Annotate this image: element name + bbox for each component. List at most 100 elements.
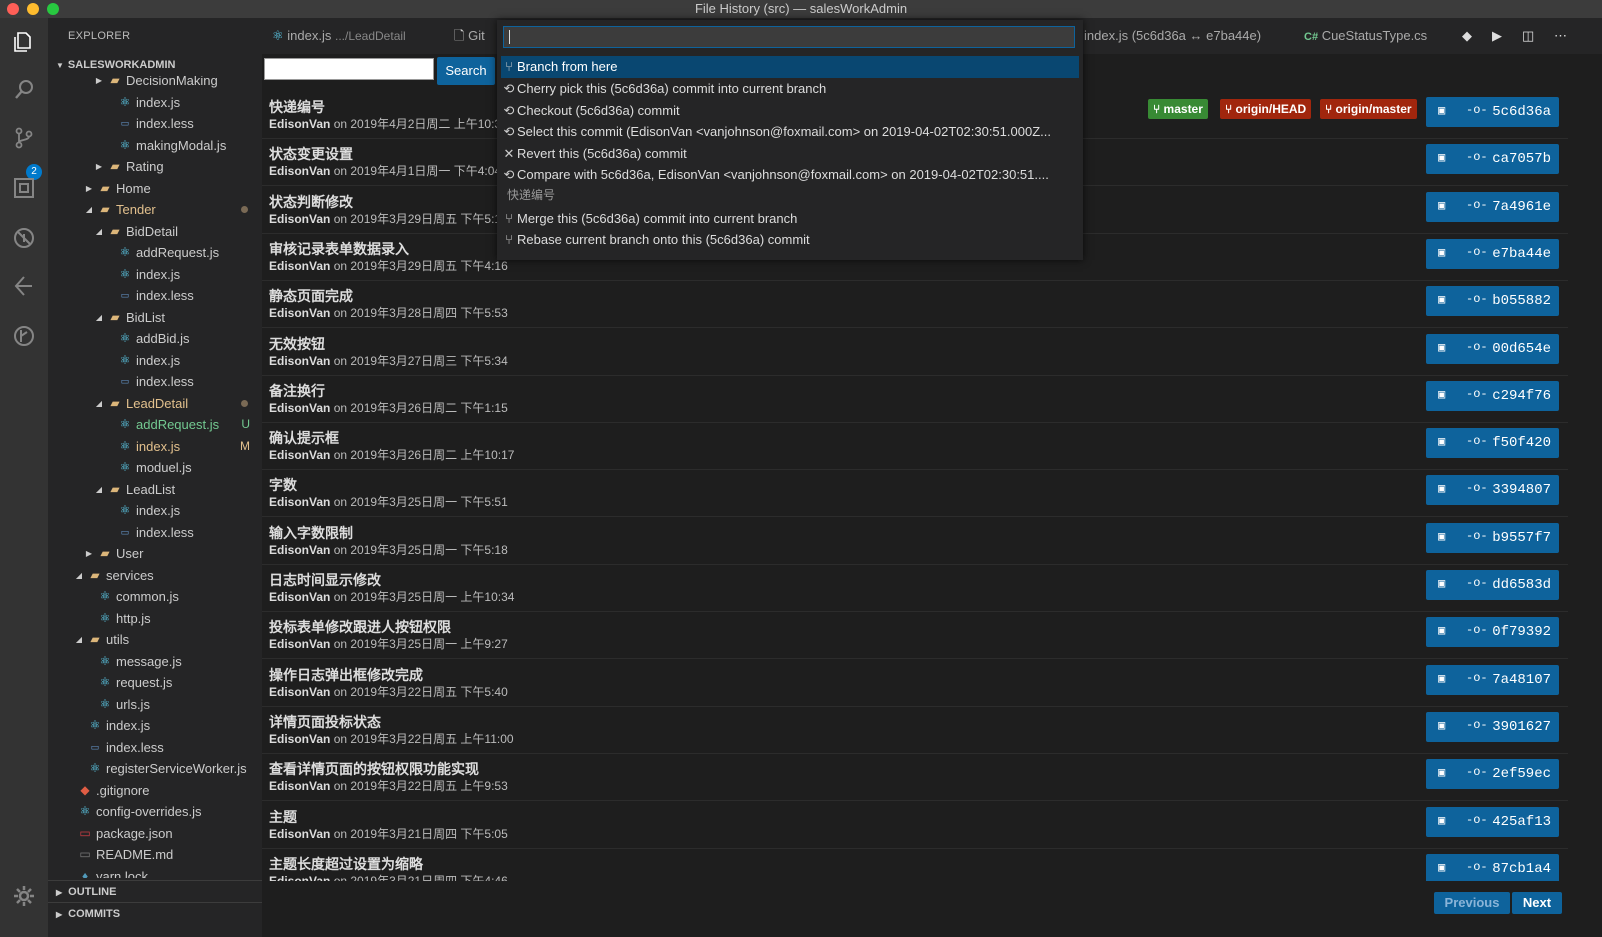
clipboard-icon[interactable]: ▣ — [1438, 813, 1445, 828]
clipboard-icon[interactable]: ▣ — [1438, 292, 1445, 307]
tree-item[interactable]: ⚛ message.js — [48, 651, 262, 672]
commit-author[interactable]: EdisonVan — [269, 259, 330, 273]
commits-section[interactable]: ▶ COMMITS — [48, 902, 262, 924]
palette-item[interactable]: ⟲ Checkout (5c6d36a) commit — [501, 100, 1079, 122]
extensions-icon[interactable] — [10, 176, 38, 204]
commit-author[interactable]: EdisonVan — [269, 543, 330, 557]
tree-item[interactable]: ⚛ config-overrides.js — [48, 801, 262, 822]
tree-item[interactable]: ◢ ▰ utils — [48, 629, 262, 650]
branch-ref-badge[interactable]: ⑂ origin/master — [1320, 99, 1417, 119]
tree-item[interactable]: ▶ ▰ DecisionMaking — [48, 76, 262, 91]
tree-item[interactable]: ◢ ▰ BidDetail — [48, 221, 262, 242]
commit-author[interactable]: EdisonVan — [269, 637, 330, 651]
split-editor-icon[interactable]: ◫ — [1522, 18, 1534, 54]
gitlens-icon[interactable] — [10, 324, 38, 352]
debug-icon[interactable] — [10, 226, 38, 254]
git-history-icon[interactable] — [10, 274, 38, 302]
previous-button[interactable]: Previous — [1434, 892, 1510, 914]
outline-section[interactable]: ▶ OUTLINE — [48, 880, 262, 902]
palette-item[interactable]: ⑂ Merge this (5c6d36a) commit into curren… — [501, 208, 1079, 230]
tab-git[interactable]: 🗋 Git — [454, 18, 485, 54]
commit-row[interactable]: 输入字数限制 EdisonVan on 2019年3月25日周一 下午5:18 ▣ -… — [262, 517, 1568, 565]
tree-item[interactable]: ◢ ▰ BidList — [48, 307, 262, 328]
clipboard-icon[interactable]: ▣ — [1438, 481, 1445, 496]
tree-item[interactable]: ◢ ▰ Tender — [48, 199, 262, 220]
commit-row[interactable]: 字数 EdisonVan on 2019年3月25日周一 下午5:51 ▣ -o- 33… — [262, 469, 1568, 518]
commit-author[interactable]: EdisonVan — [269, 306, 330, 320]
tree-item[interactable]: ▭ README.md — [48, 844, 262, 865]
tree-item[interactable]: ⚛ addRequest.js U — [48, 414, 262, 435]
commit-author[interactable]: EdisonVan — [269, 590, 330, 604]
commit-hash-button[interactable]: ▣ -o- 7a4961e — [1426, 191, 1559, 222]
tree-item[interactable]: ⚛ makingModal.js — [48, 135, 262, 156]
tree-item[interactable]: ⚛ index.js — [48, 350, 262, 371]
commit-hash-button[interactable]: ▣ -o- 5c6d36a — [1426, 97, 1559, 127]
palette-item[interactable]: ✕ Revert this (5c6d36a) commit — [501, 143, 1079, 165]
clipboard-icon[interactable]: ▣ — [1438, 529, 1445, 544]
branch-ref-badge[interactable]: ⑂ master — [1148, 99, 1208, 119]
commit-author[interactable]: EdisonVan — [269, 685, 330, 699]
tree-item[interactable]: ⚛ urls.js — [48, 694, 262, 715]
commit-author[interactable]: EdisonVan — [269, 779, 330, 793]
commit-hash-button[interactable]: ▣ -o-ca7057b — [1426, 144, 1559, 175]
palette-item[interactable]: ⟲ Cherry pick this (5c6d36a) commit into … — [501, 78, 1079, 100]
tree-item[interactable]: ◢ ▰ LeadDetail — [48, 393, 262, 414]
commit-row[interactable]: 查看详情页面的按钮权限功能实现 EdisonVan on 2019年3月22日周五… — [262, 753, 1568, 802]
tree-item[interactable]: ▭ package.json — [48, 823, 262, 844]
commit-hash-button[interactable]: ▣ -o-f50f420 — [1426, 428, 1559, 459]
palette-item[interactable]: ⟲ Select this commit (EdisonVan <vanjohns… — [501, 121, 1079, 143]
commit-author[interactable]: EdisonVan — [269, 874, 330, 881]
tree-item[interactable]: ▶ ▰ Rating — [48, 156, 262, 177]
clipboard-icon[interactable]: ▣ — [1438, 718, 1445, 733]
search-button[interactable]: Search — [437, 57, 495, 85]
tree-item[interactable]: ⚛ addRequest.js — [48, 242, 262, 263]
tree-item[interactable]: ⚛ request.js — [48, 672, 262, 693]
tree-item[interactable]: ⚛ common.js — [48, 586, 262, 607]
tree-item[interactable]: ▭ index.less — [48, 737, 262, 758]
commit-author[interactable]: EdisonVan — [269, 401, 330, 415]
commit-hash-button[interactable]: ▣ -o-dd6583d — [1426, 570, 1559, 600]
close-window-icon[interactable] — [7, 3, 19, 15]
project-header[interactable]: ▼ SALESWORKADMIN — [48, 54, 262, 76]
commit-hash-button[interactable]: ▣ -o-b055882 — [1426, 286, 1559, 317]
clipboard-icon[interactable]: ▣ — [1438, 765, 1445, 780]
tree-item[interactable]: ⚛ index.js — [48, 92, 262, 113]
commit-hash-button[interactable]: ▣ -o- 87cb1a4 — [1426, 853, 1559, 881]
run-icon[interactable]: ▶ — [1492, 18, 1502, 54]
tree-item[interactable]: ▭ index.less — [48, 113, 262, 134]
clipboard-icon[interactable]: ▣ — [1438, 434, 1445, 449]
clipboard-icon[interactable]: ▣ — [1438, 387, 1445, 402]
next-button[interactable]: Next — [1512, 892, 1562, 914]
tree-item[interactable]: ▭ index.less — [48, 522, 262, 543]
tree-item[interactable]: ⚛ moduel.js — [48, 457, 262, 478]
tree-item[interactable]: ⚛ registerServiceWorker.js — [48, 758, 262, 779]
zoom-window-icon[interactable] — [47, 3, 59, 15]
commit-hash-button[interactable]: ▣ -o-c294f76 — [1426, 380, 1559, 411]
explorer-icon[interactable] — [10, 30, 38, 58]
commit-hash-button[interactable]: ▣ -o- 0f79392 — [1426, 617, 1559, 648]
clipboard-icon[interactable]: ▣ — [1438, 860, 1445, 875]
commit-row[interactable]: 备注换行 EdisonVan on 2019年3月26日周二 下午1:15 ▣ -o-… — [262, 375, 1568, 423]
palette-item[interactable]: ⟲ Compare with 5c6d36a, EdisonVan <vanjoh… — [501, 164, 1079, 186]
tab-index-js-compare[interactable]: index.js (5c6d36a ↔ e7ba44e) — [1084, 18, 1261, 54]
commit-hash-button[interactable]: ▣ -o- 425af13 — [1426, 806, 1559, 837]
clipboard-icon[interactable]: ▣ — [1438, 671, 1445, 686]
commit-row[interactable]: 确认提示框 EdisonVan on 2019年3月26日周二 上午10:17 ▣ -… — [262, 422, 1568, 471]
commit-hash-button[interactable]: ▣ -o- 7a48107 — [1426, 664, 1559, 695]
clipboard-icon[interactable]: ▣ — [1438, 198, 1445, 213]
commit-hash-button[interactable]: ▣ -o- 3394807 — [1426, 475, 1559, 506]
branch-ref-badge[interactable]: ⑂ origin/HEAD — [1220, 99, 1312, 119]
tree-item[interactable]: ◢ ▰ services — [48, 565, 262, 586]
commit-author[interactable]: EdisonVan — [269, 164, 330, 178]
palette-input[interactable] — [503, 26, 1075, 48]
clipboard-icon[interactable]: ▣ — [1438, 103, 1445, 118]
tree-item[interactable]: ▶ ▰ Home — [48, 178, 262, 199]
commit-hash-button[interactable]: ▣ -o-b9557f7 — [1426, 522, 1559, 553]
tree-item[interactable]: ◆ .gitignore — [48, 780, 262, 801]
commit-row[interactable]: 投标表单修改跟进人按钮权限 EdisonVan on 2019年3月25日周一 上… — [262, 611, 1568, 660]
tree-item[interactable]: ⚛ addBid.js — [48, 328, 262, 349]
tree-item[interactable]: ♦ yarn.lock — [48, 866, 262, 879]
clipboard-icon[interactable]: ▣ — [1438, 340, 1445, 355]
commit-row[interactable]: 操作日志弹出框修改完成 EdisonVan on 2019年3月22日周五 下午5… — [262, 659, 1568, 707]
commit-author[interactable]: EdisonVan — [269, 354, 330, 368]
